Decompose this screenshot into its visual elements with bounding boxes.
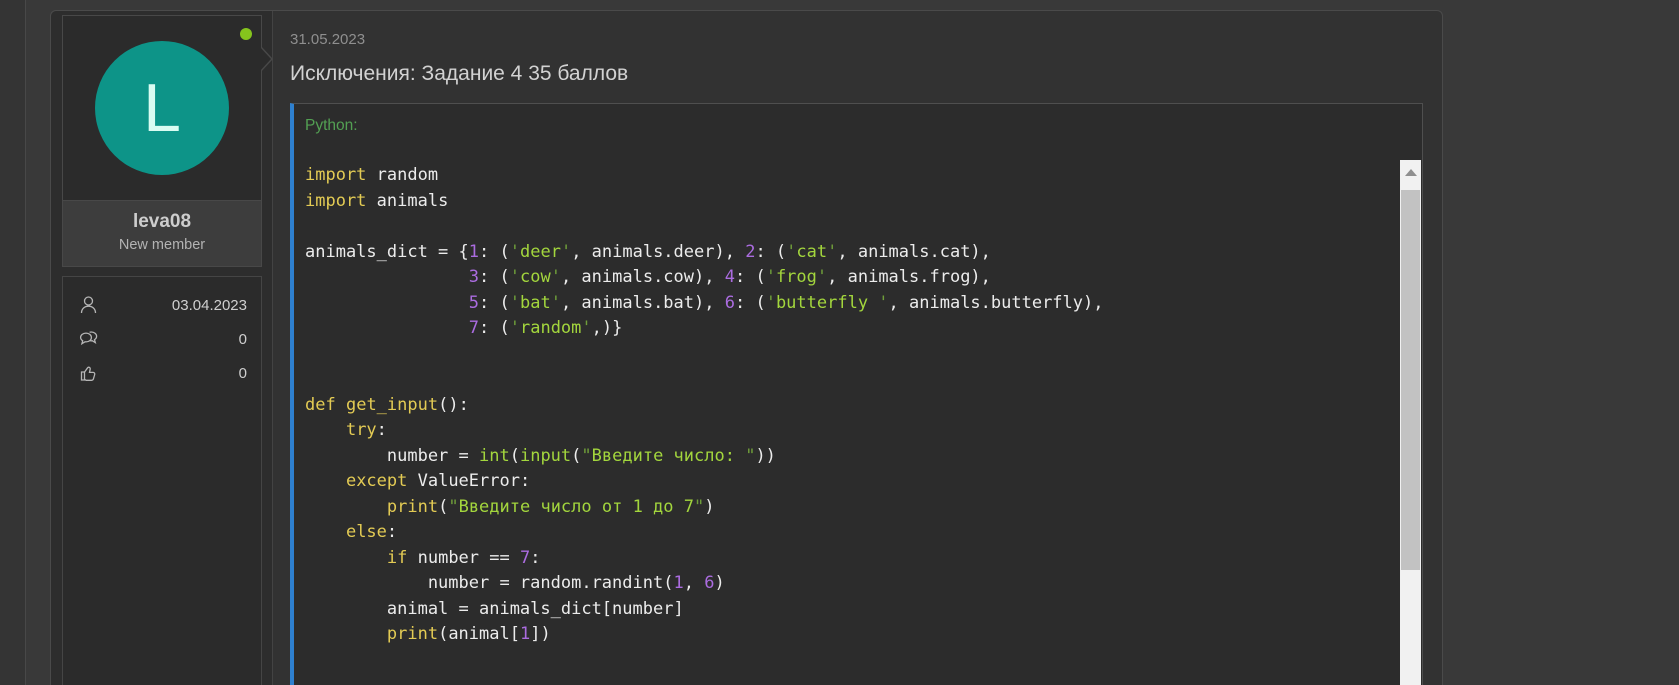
scrollbar-up-button[interactable] [1400, 160, 1421, 184]
user-icon [77, 293, 101, 317]
code-line: animals_dict = {1: ('deer', animals.deer… [305, 240, 1388, 266]
code-line: 3: ('cow', animals.cow), 4: ('frog', ani… [305, 265, 1388, 291]
code-line: print(animal[1]) [305, 622, 1388, 648]
code-line: import random [305, 163, 1388, 189]
stat-row-likes: 0 [77, 362, 247, 384]
code-line [305, 214, 1388, 240]
scrollbar-thumb[interactable] [1401, 190, 1420, 570]
code-line: if number == 7: [305, 546, 1388, 572]
code-content[interactable]: import randomimport animals animals_dict … [294, 157, 1422, 654]
code-line: import animals [305, 189, 1388, 215]
code-block: Python: import randomimport animals anima… [290, 103, 1423, 685]
code-line: animal = animals_dict[number] [305, 597, 1388, 623]
messages-count: 0 [239, 331, 247, 348]
code-line: 5: ('bat', animals.bat), 6: ('butterfly … [305, 291, 1388, 317]
likes-icon [77, 361, 101, 385]
online-indicator [240, 28, 252, 40]
post-date[interactable]: 31.05.2023 [290, 31, 1424, 48]
avatar-letter: L [143, 74, 181, 142]
code-line: try: [305, 418, 1388, 444]
code-block-header: Python: [294, 104, 1422, 135]
stat-row-messages: 0 [77, 328, 247, 350]
code-line [305, 342, 1388, 368]
stat-row-joined: 03.04.2023 [77, 294, 247, 316]
joined-date: 03.04.2023 [172, 297, 247, 314]
user-title: New member [67, 237, 257, 253]
user-stats-block: 03.04.2023 0 0 [62, 276, 262, 685]
code-line: except ValueError: [305, 469, 1388, 495]
code-line [305, 367, 1388, 393]
code-line: number = int(input("Введите число: ")) [305, 444, 1388, 470]
messages-icon [77, 327, 101, 351]
message-tail [260, 47, 271, 71]
user-sidebar: L leva08 New member 03.04.2023 [51, 11, 273, 685]
code-line: else: [305, 520, 1388, 546]
user-name-bar: leva08 New member [63, 200, 261, 266]
code-scrollbar[interactable] [1400, 160, 1421, 685]
avatar-wrapper: L [63, 16, 261, 200]
code-language-label: Python: [305, 117, 358, 134]
username-link[interactable]: leva08 [67, 211, 257, 233]
post-content-cell: 31.05.2023 Исключения: Задание 4 35 балл… [273, 11, 1442, 685]
code-line: print("Введите число от 1 до 7") [305, 495, 1388, 521]
post-title: Исключения: Задание 4 35 баллов [290, 62, 1424, 86]
code-line: def get_input(): [305, 393, 1388, 419]
likes-count: 0 [239, 365, 247, 382]
forum-post-card: L leva08 New member 03.04.2023 [50, 10, 1443, 685]
avatar[interactable]: L [95, 41, 229, 175]
code-line: number = random.randint(1, 6) [305, 571, 1388, 597]
chevron-up-icon [1405, 169, 1417, 176]
user-info-block: L leva08 New member [62, 15, 262, 267]
code-line: 7: ('random',)} [305, 316, 1388, 342]
